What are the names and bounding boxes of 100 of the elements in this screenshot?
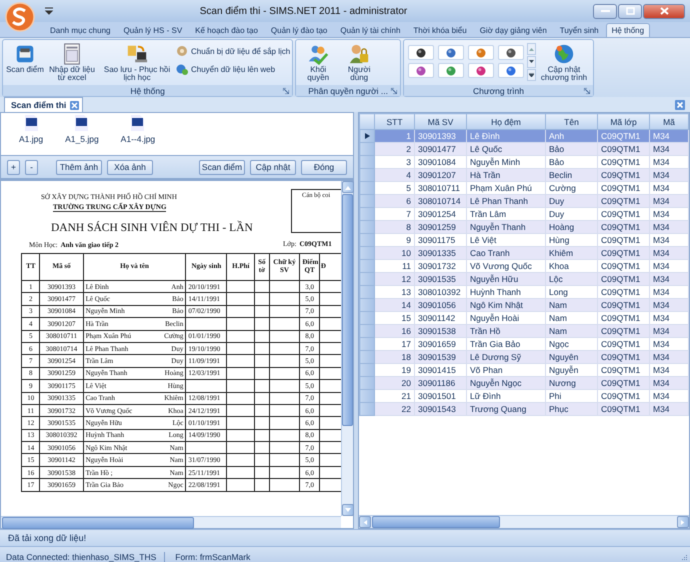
image-file-icon[interactable]	[24, 115, 38, 131]
gallery-button[interactable]	[498, 45, 524, 60]
column-header[interactable]: Mã SV	[414, 114, 466, 130]
menu-tab[interactable]: Hệ thống	[606, 23, 650, 37]
ribbon-button[interactable]: Scan điểm	[5, 42, 45, 76]
scroll-down-button[interactable]	[342, 504, 354, 516]
ball-icon	[506, 48, 516, 58]
table-cell: Lê Đình	[466, 130, 546, 142]
table-cell: 12	[374, 272, 414, 286]
gallery-down-button[interactable]	[527, 56, 536, 68]
table-cell: Lê Dương Sỹ	[466, 350, 546, 364]
table-cell: M34	[650, 220, 688, 234]
caret-left-icon	[362, 520, 368, 524]
toolbar-button[interactable]: Scan điểm	[199, 160, 245, 174]
dialog-launcher-icon[interactable]	[391, 88, 397, 94]
image-file-name[interactable]: A1_5.jpg	[65, 134, 99, 144]
document-tab[interactable]: Scan điểm thi	[4, 97, 84, 112]
table-row[interactable]: 12 30901535 Nguyễn Hữu Lộc C09QTM1 M34	[360, 272, 688, 286]
table-cell: Duy	[546, 194, 598, 208]
table-cell: Nam	[546, 324, 598, 338]
image-file-name[interactable]: A1.jpg	[19, 134, 44, 144]
zoom-button[interactable]: -	[25, 160, 38, 174]
zoom-button[interactable]: +	[7, 160, 20, 174]
menu-tab[interactable]: Quản lý đào tạo	[264, 23, 334, 37]
horizontal-scrollbar[interactable]	[359, 515, 689, 528]
resize-grip-icon[interactable]	[680, 552, 688, 560]
table-cell: C09QTM1	[598, 272, 650, 286]
column-header[interactable]: STT	[374, 114, 414, 130]
table-row[interactable]: 16 30901538 Trần Hồ Nam C09QTM1 M34	[360, 324, 688, 338]
toolbar-button[interactable]: Đóng	[301, 160, 347, 174]
table-cell: M34	[650, 168, 688, 182]
column-header[interactable]: Họ đệm	[466, 114, 546, 130]
table-row[interactable]: 6 308010714 Lê Phan Thanh Duy C09QTM1 M34	[360, 194, 688, 208]
gallery-more-button[interactable]	[527, 69, 536, 81]
close-tab-icon[interactable]	[70, 100, 80, 110]
menu-tab[interactable]: Giờ dạy giảng viên	[474, 23, 553, 37]
dialog-launcher-icon[interactable]	[283, 88, 290, 94]
table-row[interactable]: 14 30901056 Ngô Kim Nhật Nam C09QTM1 M34	[360, 298, 688, 312]
table-cell: 18	[374, 350, 414, 364]
ribbon-button[interactable]: Sao lưu - Phục hồi lịch học	[99, 42, 175, 84]
quick-access-dropdown-icon[interactable]	[44, 7, 54, 15]
column-header[interactable]: Mã	[650, 114, 688, 130]
menu-tab[interactable]: Tuyển sinh	[554, 23, 605, 37]
dialog-launcher-icon[interactable]	[584, 88, 590, 94]
table-cell: C09QTM1	[598, 220, 650, 234]
scroll-thumb[interactable]	[2, 516, 194, 528]
caret-down-icon	[529, 60, 534, 64]
maximize-button[interactable]	[618, 4, 642, 18]
toolbar-button[interactable]: Cập nhật	[250, 160, 296, 174]
table-cell: Lê Quốc	[466, 142, 546, 156]
close-icon[interactable]	[675, 100, 685, 110]
table-cell: 16	[374, 324, 414, 338]
table-cell: C09QTM1	[598, 194, 650, 208]
table-row[interactable]: 20 30901186 Nguyễn Ngọc Nương C09QTM1 M34	[360, 376, 688, 390]
menu-tab[interactable]: Quản lý HS - SV	[117, 23, 188, 37]
gallery-button[interactable]	[408, 45, 434, 60]
toolbar-button[interactable]: Xóa ảnh	[107, 160, 153, 174]
table-cell: Ngô Kim Nhật	[466, 298, 546, 312]
table-row[interactable]: 18 30901539 Lê Dương Sỹ Nguyên C09QTM1 M34	[360, 350, 688, 364]
menu-tab[interactable]: Thời khóa biểu	[407, 23, 473, 37]
ribbon-small-button[interactable]: Chuyển dữ liệu lên web	[176, 63, 290, 75]
table-cell: M34	[650, 272, 688, 286]
table-cell: 30901538	[414, 324, 466, 338]
scroll-thumb[interactable]	[342, 194, 353, 426]
vertical-scrollbar[interactable]	[341, 181, 353, 516]
table-row[interactable]: 22 30901543 Trương Quang Phục C09QTM1 M34	[360, 402, 688, 416]
scroll-left-button[interactable]	[359, 516, 371, 528]
minimize-button[interactable]	[593, 4, 617, 18]
table-cell: Nguyên	[546, 350, 598, 364]
scroll-thumb[interactable]	[372, 516, 500, 528]
ribbon-button[interactable]: Nhập dữ liệu từ excel	[46, 42, 98, 84]
ribbon-button[interactable]: Người dùng	[339, 42, 380, 84]
close-button[interactable]	[643, 4, 685, 18]
column-header[interactable]: Mã lớp	[598, 114, 650, 130]
scroll-up-button[interactable]	[342, 181, 354, 193]
status-message: Đã tải xong dữ liệu!	[8, 533, 86, 543]
user-lock-icon	[348, 43, 370, 65]
column-header[interactable]: Tên	[546, 114, 598, 130]
toolbar-button[interactable]: Thêm ảnh	[56, 160, 102, 174]
ball-icon	[446, 66, 456, 76]
ribbon-button[interactable]: Cập nhật chương trình	[537, 42, 591, 84]
ribbon-button[interactable]: Khối quyền	[298, 42, 338, 84]
table-row[interactable]: 8 30901259 Nguyễn Thanh Hoàng C09QTM1 M34	[360, 220, 688, 234]
table-cell: 30901477	[414, 142, 466, 156]
table-row[interactable]: 4 30901207 Hà Trần Beclin C09QTM1 M34	[360, 168, 688, 182]
table-row[interactable]: 2 30901477 Lê Quốc Bảo C09QTM1 M34	[360, 142, 688, 156]
current-row-icon	[364, 133, 370, 139]
menu-tab[interactable]: Kế hoạch đào tạo	[189, 23, 264, 37]
image-file-icon[interactable]	[131, 115, 144, 131]
scroll-right-button[interactable]	[677, 516, 689, 528]
menu-tab[interactable]: Danh mục chung	[44, 23, 116, 37]
ribbon-small-button[interactable]: Chuẩn bị dữ liệu để sắp lịch	[176, 45, 290, 57]
table-cell: 10	[374, 246, 414, 260]
table-cell: M34	[650, 376, 688, 390]
table-cell: Lộc	[546, 272, 598, 286]
image-file-icon[interactable]	[75, 115, 88, 131]
horizontal-scrollbar[interactable]	[1, 516, 341, 528]
image-file-name[interactable]: A1--4.jpg	[120, 134, 156, 144]
table-row[interactable]: 10 30901335 Cao Tranh Khiêm C09QTM1 M34	[360, 246, 688, 260]
menu-tab[interactable]: Quản lý tài chính	[334, 23, 406, 37]
